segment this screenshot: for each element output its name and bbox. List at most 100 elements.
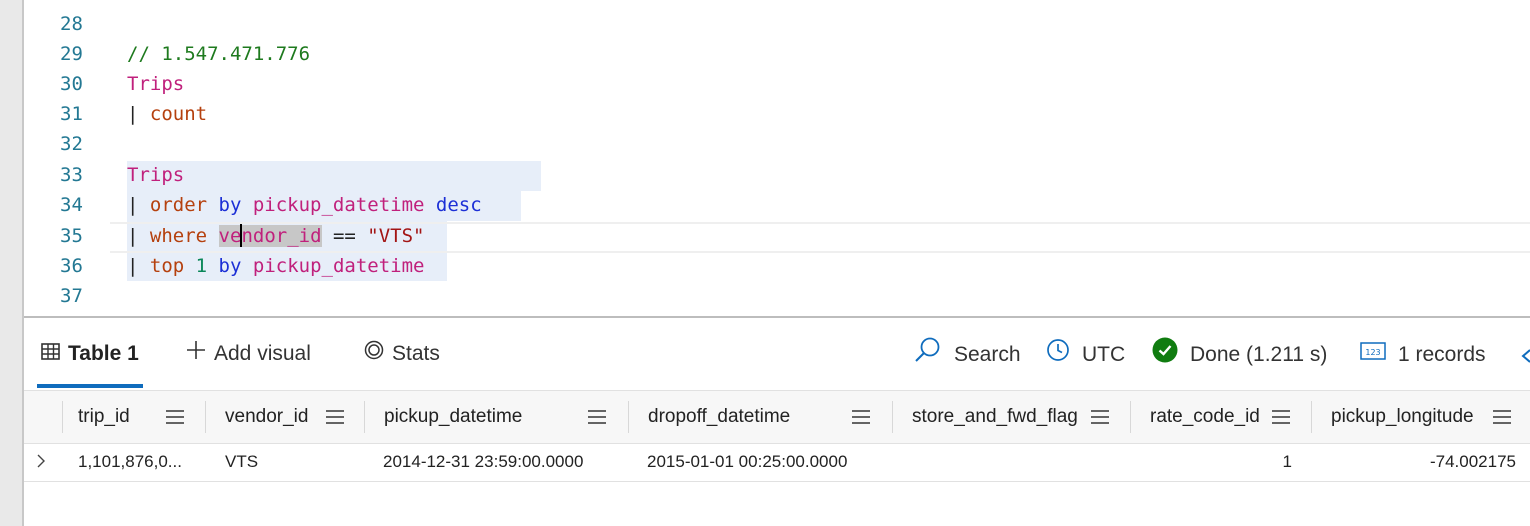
column-menu-icon[interactable] <box>1493 391 1511 443</box>
column-header-rate-code-id[interactable]: rate_code_id <box>1150 391 1260 443</box>
column-header-vendor-id[interactable]: vendor_id <box>225 391 308 443</box>
cell-pickup-datetime: 2014-12-31 23:59:00.0000 <box>383 452 584 471</box>
line-number: 31 <box>60 103 83 125</box>
code-pipe: | <box>127 255 150 277</box>
column-separator[interactable] <box>364 401 365 433</box>
code-pipe: | <box>127 103 150 125</box>
toolbar-overflow-icon[interactable] <box>1518 340 1530 372</box>
code-operator-eq: == <box>321 225 368 247</box>
query-editor[interactable]: 28 29 // 1.547.471.776 30 Trips 31 | cou… <box>24 0 1530 316</box>
tab-add-visual[interactable]: Add visual <box>186 338 311 370</box>
column-header-pickup-datetime[interactable]: pickup_datetime <box>384 391 522 443</box>
code-keyword: by <box>207 194 253 216</box>
code-comment: // 1.547.471.776 <box>127 43 311 65</box>
tab-label: Table 1 <box>68 342 139 365</box>
search-icon <box>914 336 942 375</box>
column-separator[interactable] <box>62 401 63 433</box>
line-number: 35 <box>60 225 83 247</box>
clock-icon <box>1046 338 1070 373</box>
svg-text:123: 123 <box>1365 348 1380 357</box>
column-header-store-and-fwd-flag[interactable]: store_and_fwd_flag <box>912 391 1078 443</box>
number-123-icon: 123 <box>1360 338 1386 372</box>
column-header-dropoff-datetime[interactable]: dropoff_datetime <box>648 391 790 443</box>
tab-stats[interactable]: Stats <box>364 338 440 370</box>
line-number: 36 <box>60 255 83 277</box>
line-number: 28 <box>60 13 83 35</box>
timezone-label: UTC <box>1082 343 1126 366</box>
editor-line: 31 | count <box>24 99 1530 129</box>
code-number: 1 <box>184 255 208 277</box>
line-number: 33 <box>60 164 83 186</box>
records-label: 1 records <box>1398 343 1486 366</box>
code-column-part: ve <box>218 225 242 247</box>
editor-line: 28 <box>24 9 1530 39</box>
results-grid: trip_id vendor_id pickup_datetime dropof… <box>24 390 1530 526</box>
code-string: "VTS" <box>367 225 425 247</box>
column-menu-icon[interactable] <box>326 391 344 443</box>
results-toolbar: Table 1 Add visual Stats Search UTC Done… <box>24 318 1530 390</box>
left-panel-edge <box>0 0 24 526</box>
chevron-right-icon[interactable] <box>36 443 46 481</box>
check-circle-icon <box>1152 337 1178 374</box>
code-operator: where <box>149 225 208 247</box>
column-menu-icon[interactable] <box>852 391 870 443</box>
stats-icon <box>364 338 384 370</box>
grid-header: trip_id vendor_id pickup_datetime dropof… <box>24 390 1530 444</box>
editor-line: 29 // 1.547.471.776 <box>24 39 1530 69</box>
column-separator[interactable] <box>1130 401 1131 433</box>
code-keyword: desc <box>424 194 482 216</box>
code-pipe: | <box>127 194 150 216</box>
code-keyword: by <box>207 255 253 277</box>
column-menu-icon[interactable] <box>166 391 184 443</box>
line-number: 34 <box>60 194 83 216</box>
tab-label: Add visual <box>214 342 311 365</box>
code-operator: top <box>149 255 185 277</box>
editor-line: 32 <box>24 129 1530 159</box>
editor-line: 37 <box>24 281 1530 311</box>
tab-label: Stats <box>392 342 440 365</box>
column-separator[interactable] <box>1311 401 1312 433</box>
active-tab-indicator <box>37 384 143 388</box>
plus-icon <box>186 338 206 370</box>
column-separator[interactable] <box>628 401 629 433</box>
cell-rate-code-id: 1 <box>1282 452 1292 471</box>
code-operator: order <box>149 194 208 216</box>
line-number: 32 <box>60 133 83 155</box>
status-label: Done (1.211 s) <box>1190 343 1328 366</box>
cell-vendor-id: VTS <box>225 452 259 471</box>
records-count: 123 1 records <box>1360 338 1486 372</box>
code-column-highlighted: vendor_id <box>218 224 322 247</box>
code-operator: count <box>149 103 208 125</box>
table-row[interactable]: 1,101,876,0... VTS 2014-12-31 23:59:00.0… <box>24 443 1530 482</box>
column-menu-icon[interactable] <box>588 391 606 443</box>
editor-line: 33 Trips <box>24 160 1530 190</box>
text-cursor <box>240 224 243 247</box>
editor-line: 30 Trips <box>24 69 1530 99</box>
column-menu-icon[interactable] <box>1272 391 1290 443</box>
line-number: 30 <box>60 73 83 95</box>
code-column-part: ndor_id <box>241 225 322 247</box>
column-separator[interactable] <box>205 401 206 433</box>
cell-trip-id: 1,101,876,0... <box>78 452 182 471</box>
timezone-button[interactable]: UTC <box>1046 338 1125 372</box>
code-column: pickup_datetime <box>252 255 425 277</box>
column-separator[interactable] <box>892 401 893 433</box>
editor-line: 34 | order by pickup_datetime desc <box>24 190 1530 220</box>
column-header-trip-id[interactable]: trip_id <box>78 391 130 443</box>
cell-pickup-longitude: -74.002175 <box>1429 452 1516 471</box>
code-table-name: Trips <box>127 164 185 186</box>
search-label: Search <box>954 343 1021 366</box>
column-menu-icon[interactable] <box>1091 391 1109 443</box>
code-column: pickup_datetime <box>252 194 425 216</box>
cell-dropoff-datetime: 2015-01-01 00:25:00.0000 <box>647 452 848 471</box>
column-header-pickup-longitude[interactable]: pickup_longitude <box>1331 391 1474 443</box>
search-button[interactable]: Search <box>914 336 1021 375</box>
tab-table-1[interactable]: Table 1 <box>41 338 139 370</box>
editor-line: 36 | top 1 by pickup_datetime <box>24 251 1530 281</box>
query-status[interactable]: Done (1.211 s) <box>1152 337 1328 374</box>
table-icon <box>41 338 60 370</box>
line-number: 37 <box>60 285 83 307</box>
editor-line-current: 35 | where vendor_id == "VTS" <box>24 221 1530 251</box>
line-number: 29 <box>60 43 83 65</box>
code-table-name: Trips <box>127 73 185 95</box>
